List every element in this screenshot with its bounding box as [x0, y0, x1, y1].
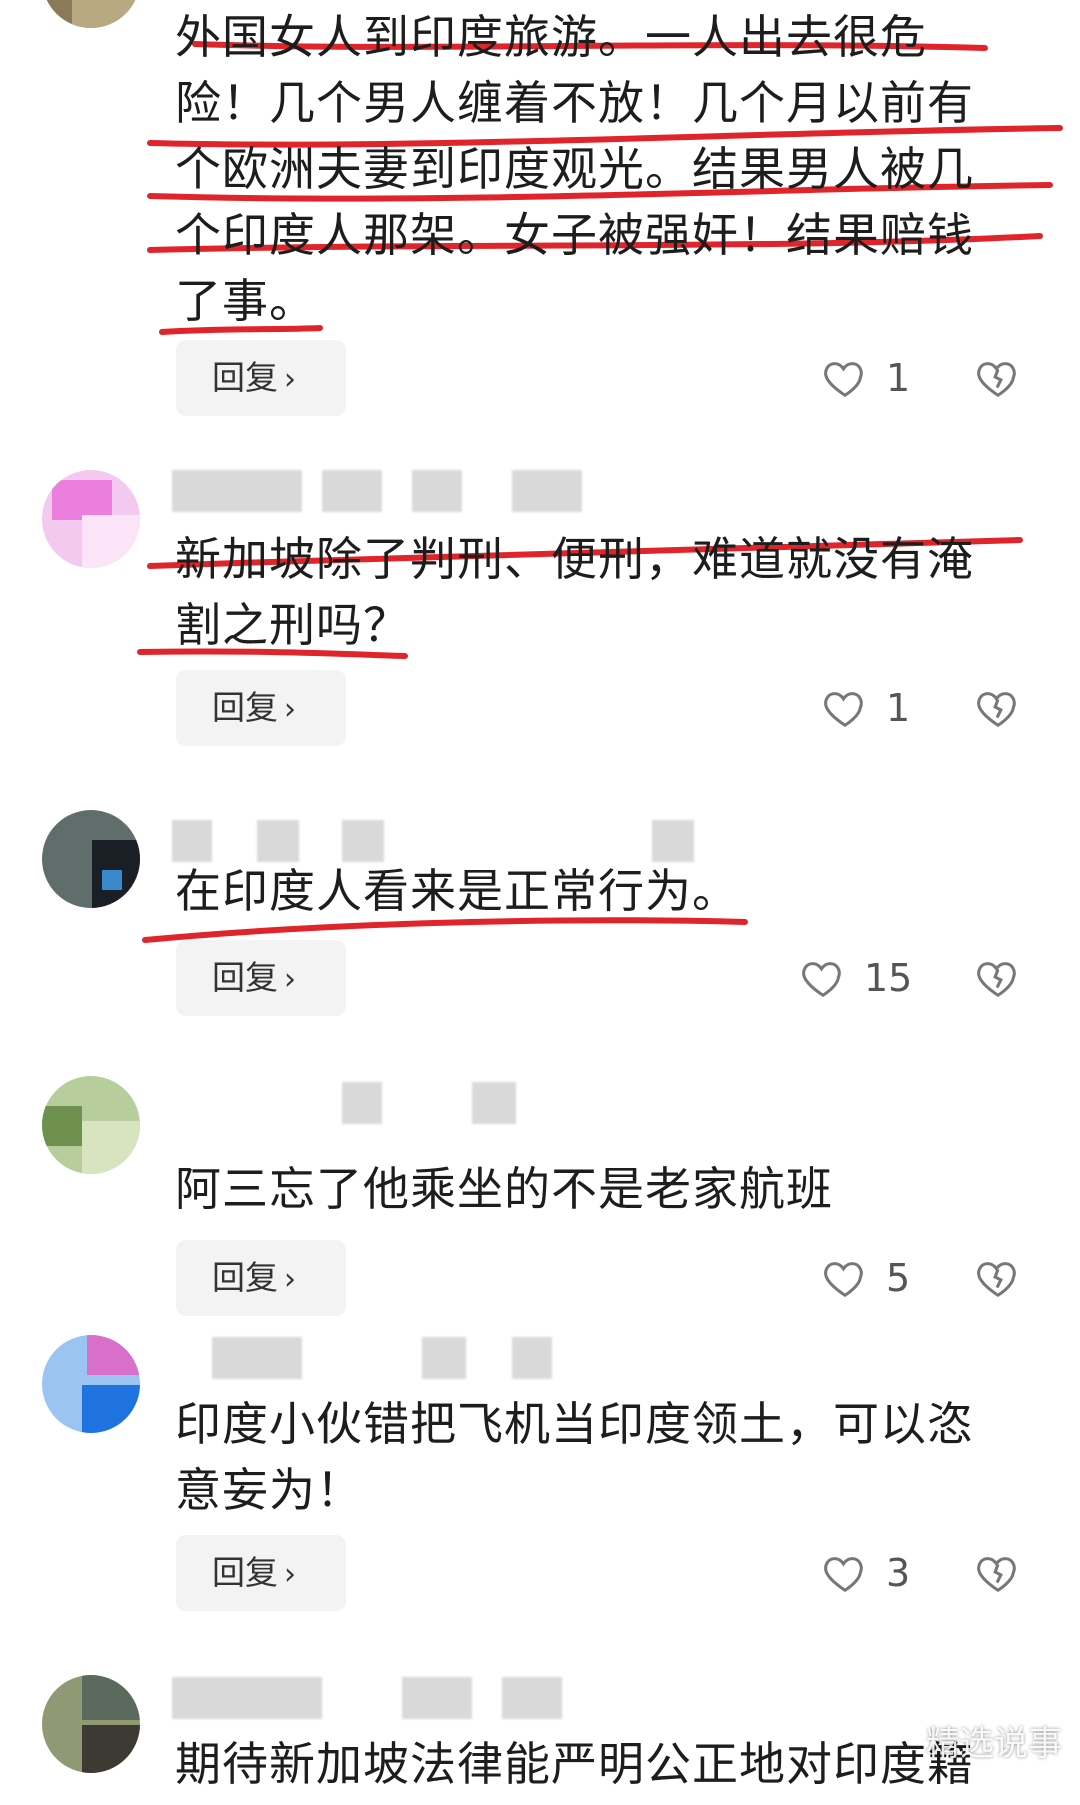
chevron-right-icon: ›: [284, 1557, 296, 1592]
like-count: 15: [864, 956, 913, 1000]
heart-outline-icon[interactable]: [822, 1550, 868, 1596]
avatar[interactable]: [42, 470, 140, 568]
chevron-right-icon: ›: [284, 692, 296, 727]
reply-button[interactable]: 回复 ›: [176, 670, 346, 746]
heart-outline-icon[interactable]: [800, 955, 846, 1001]
chevron-right-icon: ›: [284, 962, 296, 997]
reply-button[interactable]: 回复 ›: [176, 340, 346, 416]
comment-text: 新加坡除了判刑、便刑，难道就没有淹 割之刑吗？: [175, 532, 974, 652]
comment-text: 印度小伙错把飞机当印度领土，可以恣 意妄为！: [175, 1397, 974, 1517]
reply-button[interactable]: 回复 ›: [176, 1240, 346, 1316]
comment-text: 期待新加坡法律能严明公正地对印度籍: [175, 1737, 974, 1791]
avatar[interactable]: [42, 0, 140, 28]
comment-text: 在印度人看来是正常行为。: [175, 864, 739, 918]
username-blurred: [172, 1677, 572, 1723]
like-count: 1: [886, 356, 911, 400]
reply-button[interactable]: 回复 ›: [176, 1535, 346, 1611]
heart-outline-icon[interactable]: [822, 685, 868, 731]
like-count: 1: [886, 686, 911, 730]
broken-heart-icon[interactable]: [975, 955, 1021, 1001]
heart-outline-icon[interactable]: [822, 355, 868, 401]
reply-button[interactable]: 回复 ›: [176, 940, 346, 1016]
broken-heart-icon[interactable]: [975, 355, 1021, 401]
avatar[interactable]: [42, 1675, 140, 1773]
broken-heart-icon[interactable]: [975, 1255, 1021, 1301]
chevron-right-icon: ›: [284, 362, 296, 397]
comment-text: 阿三忘了他乘坐的不是老家航班: [175, 1162, 833, 1216]
avatar[interactable]: [42, 810, 140, 908]
username-blurred: [172, 1337, 592, 1383]
like-count: 3: [886, 1551, 911, 1595]
username-blurred: [172, 470, 592, 516]
avatar[interactable]: [42, 1076, 140, 1174]
broken-heart-icon[interactable]: [975, 1550, 1021, 1596]
like-count: 5: [886, 1256, 911, 1300]
chevron-right-icon: ›: [284, 1262, 296, 1297]
heart-outline-icon[interactable]: [822, 1255, 868, 1301]
username-blurred: [172, 1082, 532, 1128]
watermark: 精选说事: [926, 1724, 1062, 1764]
avatar[interactable]: [42, 1335, 140, 1433]
broken-heart-icon[interactable]: [975, 685, 1021, 731]
comment-text: 外国女人到印度旅游。一人出去很危 险！几个男人缠着不放！几个月以前有 个欧洲夫妻…: [175, 10, 974, 328]
